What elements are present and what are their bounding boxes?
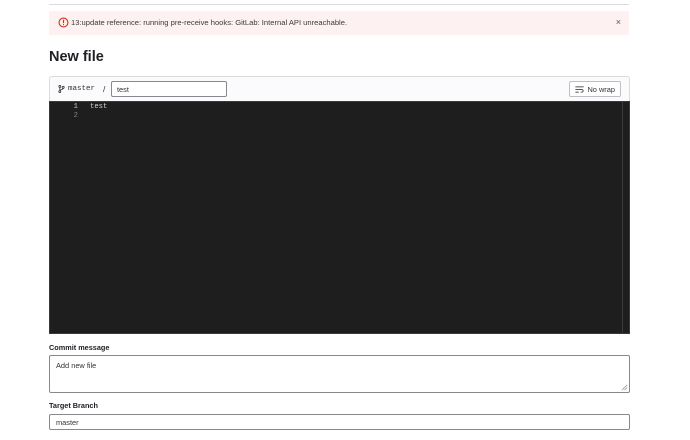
- branch-icon: [58, 85, 65, 93]
- page-title: New file: [49, 49, 104, 65]
- no-wrap-label: No wrap: [587, 84, 615, 94]
- code-content[interactable]: test: [90, 103, 107, 121]
- branch-name: master: [68, 85, 96, 93]
- close-icon[interactable]: ×: [616, 16, 621, 28]
- alert-message: 13:update reference: running pre-receive…: [71, 18, 348, 27]
- commit-message-label: Commit message: [49, 343, 110, 352]
- resize-handle-icon[interactable]: [621, 384, 628, 391]
- branch-indicator: master: [58, 85, 95, 93]
- error-circle-icon: [58, 17, 69, 28]
- no-wrap-button[interactable]: No wrap: [569, 81, 621, 97]
- top-divider: [49, 4, 629, 5]
- target-branch-input[interactable]: [49, 414, 630, 430]
- target-branch-label: Target Branch: [49, 401, 98, 410]
- wrap-icon: [575, 85, 585, 93]
- path-separator: /: [103, 84, 106, 94]
- code-line[interactable]: test: [90, 103, 107, 112]
- code-editor[interactable]: 1 2 test: [49, 101, 630, 334]
- line-number-gutter: 1 2: [50, 103, 80, 121]
- editor-scrollbar[interactable]: [622, 102, 623, 333]
- error-alert: 13:update reference: running pre-receive…: [49, 11, 629, 35]
- code-line[interactable]: [90, 112, 107, 121]
- line-number: 2: [73, 112, 78, 120]
- filename-input[interactable]: [111, 81, 227, 97]
- line-number: 1: [73, 103, 78, 111]
- file-header: master / No wrap: [49, 76, 630, 101]
- commit-message-textarea[interactable]: Add new file: [49, 355, 630, 393]
